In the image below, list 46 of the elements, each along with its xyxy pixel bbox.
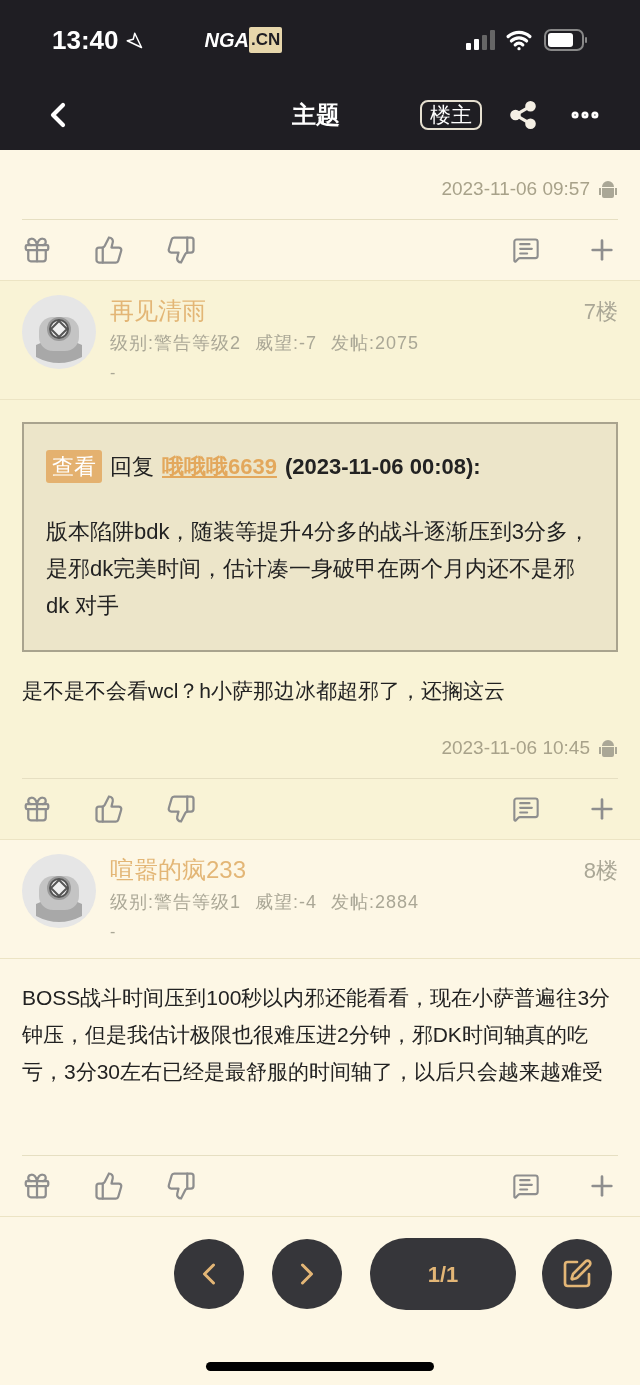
- share-icon[interactable]: [508, 100, 538, 130]
- quote-time: (2023-11-06 00:08):: [284, 453, 481, 481]
- post-timestamp: 2023-11-06 10:45: [441, 736, 590, 761]
- gift-icon[interactable]: [22, 235, 52, 265]
- signature: -: [110, 363, 117, 383]
- user-meta: 威望:-4: [255, 891, 318, 914]
- floor-number: 7楼: [583, 298, 618, 326]
- comment-icon[interactable]: [512, 795, 540, 823]
- like-icon[interactable]: [94, 794, 124, 824]
- like-icon[interactable]: [94, 235, 124, 265]
- location-icon: [124, 31, 143, 49]
- user-meta: 级别:警告等级1: [110, 891, 241, 914]
- post-body: 是不是不会看wcl？h小萨那边冰都超邪了，还搁这云: [21, 678, 506, 704]
- view-tag[interactable]: 查看: [46, 450, 102, 483]
- like-icon[interactable]: [94, 1171, 124, 1201]
- battery-icon: [544, 29, 588, 51]
- user-meta: 发帖:2884: [331, 891, 420, 914]
- user-meta: 级别:警告等级2: [110, 332, 241, 355]
- page-indicator[interactable]: 1/1: [370, 1238, 516, 1310]
- page-title: 主题: [292, 100, 340, 130]
- post-timestamp: 2023-11-06 09:57: [441, 177, 590, 202]
- android-icon: [598, 737, 618, 760]
- author-only-button[interactable]: 楼主: [420, 100, 482, 130]
- signature: -: [110, 922, 117, 942]
- reply-label: 回复: [110, 453, 154, 481]
- user-meta: 发帖:2075: [331, 332, 420, 355]
- user-meta: 威望:-7: [255, 332, 318, 355]
- comment-icon[interactable]: [512, 1172, 540, 1200]
- dislike-icon[interactable]: [166, 1171, 196, 1201]
- author-name[interactable]: 喧嚣的疯233: [110, 854, 247, 887]
- clock: 13:40: [52, 23, 119, 57]
- floor-number: 8楼: [583, 857, 618, 885]
- logo-suffix: .CN: [248, 27, 283, 53]
- dislike-icon[interactable]: [166, 235, 196, 265]
- post-body: BOSS战斗时间压到100秒以内邪还能看看，现在小萨普遍往3分钟压，但是我估计极限也很难压进2分钟，邪DK时间轴真的吃亏，3分30左右已经是最舒服的时间轴了，以后只会越来越难受: [21, 985, 612, 1085]
- quoted-user-link[interactable]: 哦哦哦6639: [162, 450, 277, 483]
- signal-icon: [466, 30, 496, 50]
- android-icon: [598, 178, 618, 201]
- gift-icon[interactable]: [22, 794, 52, 824]
- author-name[interactable]: 再见清雨: [110, 295, 206, 328]
- quote-text: 版本陷阱bdk，随装等提升4分多的战斗逐渐压到3分多，是邪dk完美时间，估计凑一身破甲在两个月内还不是邪dk 对手: [46, 518, 591, 620]
- dislike-icon[interactable]: [166, 794, 196, 824]
- gift-icon[interactable]: [22, 1171, 52, 1201]
- comment-icon[interactable]: [512, 236, 540, 264]
- edit-icon: [561, 1258, 593, 1290]
- logo-text: NGA: [204, 28, 249, 53]
